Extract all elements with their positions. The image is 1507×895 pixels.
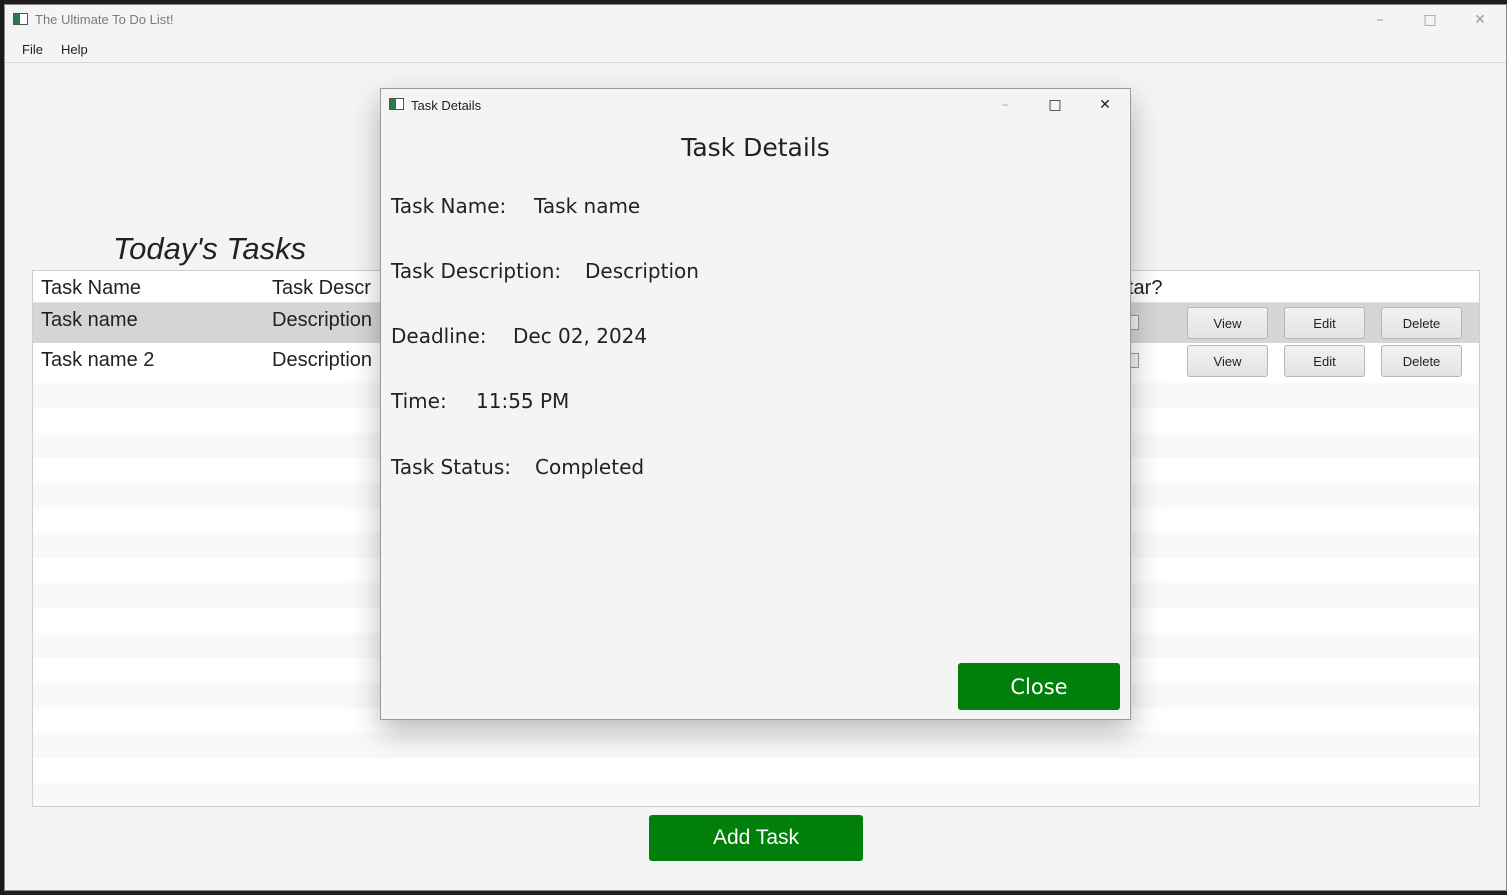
task-description-label: Task Description: bbox=[391, 259, 562, 283]
page-title: Today's Tasks bbox=[113, 231, 307, 266]
task-status-value: Completed bbox=[535, 455, 645, 479]
app-icon bbox=[13, 13, 28, 25]
deadline-value: Dec 02, 2024 bbox=[513, 324, 648, 348]
column-header-description: Task Descr bbox=[272, 277, 371, 299]
task-details-dialog: Task Details – □ ✕ Task Details Task Nam… bbox=[380, 88, 1131, 720]
delete-button[interactable]: Delete bbox=[1381, 345, 1462, 377]
column-header-star: tar? bbox=[1128, 277, 1163, 299]
dialog-maximize-icon[interactable]: □ bbox=[1032, 90, 1078, 120]
task-name-label: Task Name: bbox=[391, 194, 507, 218]
deadline-label: Deadline: bbox=[391, 324, 487, 348]
minimize-icon[interactable]: – bbox=[1357, 5, 1403, 35]
add-task-button[interactable]: Add Task bbox=[649, 815, 863, 861]
task-name-value: Task name bbox=[534, 194, 641, 218]
row-task-description: Description bbox=[272, 349, 373, 371]
edit-button[interactable]: Edit bbox=[1284, 345, 1365, 377]
row-task-name: Task name bbox=[41, 309, 138, 331]
view-button[interactable]: View bbox=[1187, 345, 1268, 377]
task-status-label: Task Status: bbox=[391, 455, 511, 479]
row-task-description: Description bbox=[272, 309, 373, 331]
time-label: Time: bbox=[391, 389, 447, 413]
empty-row bbox=[33, 758, 1479, 783]
close-button[interactable]: Close bbox=[958, 663, 1120, 710]
dialog-title: Task Details bbox=[411, 98, 482, 113]
menu-file[interactable]: File bbox=[22, 42, 43, 57]
window-title: The Ultimate To Do List! bbox=[35, 12, 174, 27]
maximize-icon[interactable]: □ bbox=[1407, 5, 1453, 35]
view-button[interactable]: View bbox=[1187, 307, 1268, 339]
delete-button[interactable]: Delete bbox=[1381, 307, 1462, 339]
empty-row bbox=[33, 733, 1479, 758]
empty-row bbox=[33, 783, 1479, 806]
dialog-titlebar: Task Details – □ ✕ bbox=[381, 89, 1130, 121]
column-header-name: Task Name bbox=[41, 277, 142, 299]
task-description-value: Description bbox=[585, 259, 699, 283]
time-value: 11:55 PM bbox=[476, 389, 570, 413]
dialog-heading: Task Details bbox=[681, 133, 830, 162]
menubar: File Help bbox=[5, 35, 1506, 63]
main-titlebar: The Ultimate To Do List! – □ ✕ bbox=[5, 5, 1506, 35]
edit-button[interactable]: Edit bbox=[1284, 307, 1365, 339]
row-task-name: Task name 2 bbox=[41, 349, 155, 371]
menu-help[interactable]: Help bbox=[61, 42, 88, 57]
dialog-app-icon bbox=[389, 98, 404, 110]
dialog-close-icon[interactable]: ✕ bbox=[1082, 90, 1128, 120]
dialog-minimize-icon[interactable]: – bbox=[982, 90, 1028, 120]
close-icon[interactable]: ✕ bbox=[1457, 5, 1503, 35]
